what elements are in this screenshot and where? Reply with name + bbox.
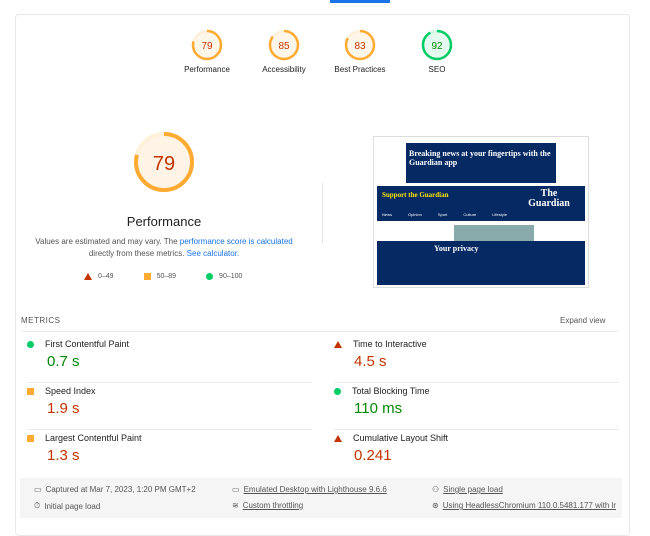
score-calculated-link[interactable]: performance score is calculated (180, 237, 293, 246)
screenshot-nav-item: Sport (437, 212, 448, 217)
chrome-icon: ⊛ (432, 501, 439, 510)
support-text: Support the Guardian (382, 191, 449, 199)
expand-view-button[interactable]: Expand view (560, 316, 605, 325)
metric-name: Speed Index (45, 386, 96, 396)
metric-value: 1.3 s (47, 447, 80, 464)
metric-value: 0.241 (354, 447, 392, 464)
fail-icon (334, 434, 342, 442)
metric-item: Time to Interactive 4.5 s (334, 339, 619, 370)
fail-icon (334, 340, 342, 348)
single-load-link[interactable]: Single page load (443, 485, 503, 494)
calendar-icon: ▭ (34, 485, 42, 494)
metric-value: 1.9 s (47, 400, 80, 417)
category-gauge-seo[interactable]: 92 SEO (392, 29, 482, 74)
svg-text:85: 85 (278, 41, 290, 52)
divider (322, 183, 323, 243)
stopwatch-icon: ⏱ (34, 501, 41, 510)
screenshot-nav-item: Culture (463, 212, 477, 217)
throttling-link[interactable]: Custom throttling (243, 501, 303, 510)
privacy-title: Your privacy (434, 244, 479, 253)
average-icon (27, 387, 34, 395)
metric-value: 4.5 s (354, 353, 387, 370)
metric-value: 0.7 s (47, 353, 80, 370)
metric-item: Total Blocking Time 110 ms (334, 386, 619, 417)
laptop-icon: ▭ (232, 485, 240, 494)
emulated-link[interactable]: Emulated Desktop with Lighthouse 9.6.6 (244, 485, 387, 494)
svg-text:79: 79 (201, 41, 213, 52)
metric-item: First Contentful Paint 0.7 s (27, 339, 312, 370)
browser-link[interactable]: Using HeadlessChromium 110.0.5481.177 wi… (443, 501, 616, 510)
pass-icon (27, 340, 34, 348)
metric-name: Cumulative Layout Shift (353, 433, 449, 443)
app-banner: Breaking news at your fingertips with th… (406, 143, 556, 183)
screenshot-nav-item: News (382, 212, 393, 217)
performance-gauge-large: 79 (119, 130, 209, 199)
guardian-logo: The Guardian (528, 188, 570, 209)
wifi-icon: ≋ (232, 501, 239, 510)
metric-item: Largest Contentful Paint 1.3 s (27, 433, 312, 464)
screenshot-nav-item: Opinion (408, 212, 422, 217)
average-icon (27, 434, 34, 442)
metric-name: Total Blocking Time (352, 386, 430, 396)
metric-name: Largest Contentful Paint (45, 433, 142, 443)
screenshot-nav-item: Lifestyle (492, 212, 507, 217)
svg-text:92: 92 (431, 41, 443, 52)
metric-item: Cumulative Layout Shift 0.241 (334, 433, 619, 464)
users-icon: ⚇ (432, 485, 440, 494)
category-label: SEO (428, 65, 446, 74)
pass-circle-icon (206, 273, 214, 280)
metric-name: Time to Interactive (353, 339, 427, 349)
performance-title: Performance (126, 214, 202, 229)
metrics-header: METRICS (21, 316, 61, 325)
metric-item: Speed Index 1.9 s (27, 386, 312, 417)
pass-icon (334, 387, 341, 395)
metric-value: 110 ms (354, 400, 403, 417)
captured-text: Captured at Mar 7, 2023, 1:20 PM GMT+2 (45, 485, 196, 494)
see-calculator-link[interactable]: See calculator. (187, 249, 239, 258)
average-square-icon (143, 273, 151, 280)
svg-text:83: 83 (354, 41, 366, 52)
active-tab-indicator (330, 0, 390, 3)
performance-description: Values are estimated and may vary. The p… (35, 237, 293, 258)
page-screenshot[interactable]: Breaking news at your fingertips with th… (373, 136, 589, 288)
initial-load-text: Initial page load (44, 501, 101, 511)
fail-triangle-icon (84, 273, 92, 280)
metric-name: First Contentful Paint (45, 339, 130, 349)
score-legend: 0–49 50–89 90–100 (84, 273, 242, 280)
performance-score: 79 (153, 153, 175, 175)
run-info: ▭ Captured at Mar 7, 2023, 1:20 PM GMT+2 … (20, 478, 622, 518)
